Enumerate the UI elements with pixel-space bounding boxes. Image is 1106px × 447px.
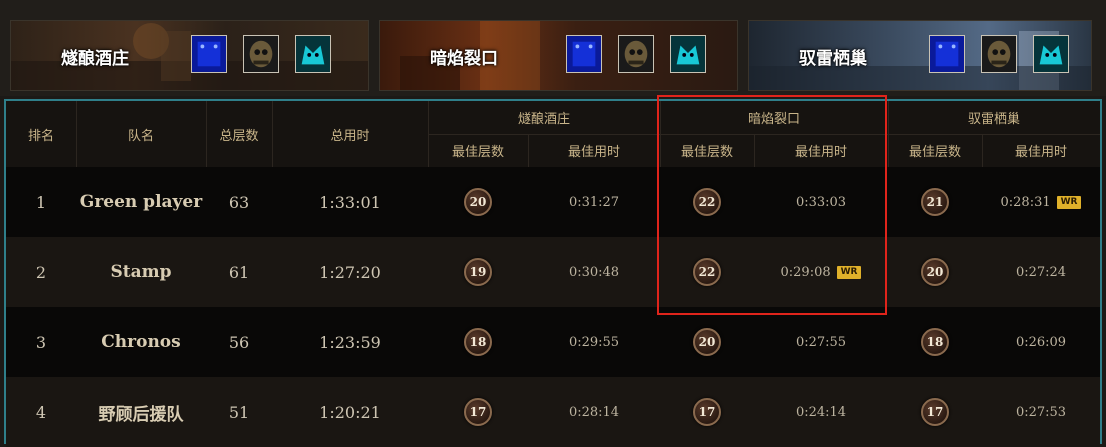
world-record-badge: WR xyxy=(1056,195,1082,209)
column-divider xyxy=(982,134,983,167)
header-best-level[interactable]: 最佳层数 xyxy=(660,134,754,167)
total-levels-cell: 56 xyxy=(228,332,250,352)
dungeon-banners: 燧酿酒庄 暗焰裂口 驭雷栖巢 xyxy=(0,0,1106,96)
column-divider xyxy=(528,134,529,167)
table-header: 排名 队名 总层数 总用时 燧酿酒庄 暗焰裂口 驭雷栖巢 最佳层数 最佳用时 最… xyxy=(6,101,1100,167)
team-name[interactable]: 野顾后援队 xyxy=(76,377,206,447)
total-levels-cell: 63 xyxy=(228,192,250,212)
skull-shield-icon[interactable] xyxy=(243,35,279,73)
column-divider xyxy=(206,101,207,167)
best-time-cell: 0:27:55 xyxy=(795,334,847,350)
header-rank[interactable]: 排名 xyxy=(6,101,76,167)
keystone-level-badge: 19 xyxy=(464,258,492,286)
skull-shield-icon[interactable] xyxy=(618,35,654,73)
banner-dungeon-3[interactable]: 驭雷栖巢 xyxy=(748,20,1092,91)
total-time-cell: 1:20:21 xyxy=(319,402,381,422)
keystone-level-badge: 17 xyxy=(464,398,492,426)
rank-cell: 1 xyxy=(35,192,47,212)
table-row[interactable]: 1 Green player 63 1:33:01 20 0:31:27 22 … xyxy=(6,167,1100,237)
best-time-cell: 0:30:48 xyxy=(568,264,620,280)
best-time-cell: 0:33:03 xyxy=(795,194,847,210)
total-levels-cell: 61 xyxy=(228,262,250,282)
keystone-level-badge: 17 xyxy=(921,398,949,426)
header-best-level[interactable]: 最佳层数 xyxy=(428,134,528,167)
keystone-level-badge: 20 xyxy=(693,328,721,356)
leaderboard-table: 排名 队名 总层数 总用时 燧酿酒庄 暗焰裂口 驭雷栖巢 最佳层数 最佳用时 最… xyxy=(4,99,1102,447)
banner-name: 暗焰裂口 xyxy=(430,49,498,69)
team-name[interactable]: Chronos xyxy=(76,307,206,377)
best-time-cell: 0:27:53 xyxy=(1015,404,1067,420)
header-total-levels[interactable]: 总层数 xyxy=(206,101,272,167)
best-time-cell: 0:29:08 WR xyxy=(754,237,888,307)
keystone-level-badge: 21 xyxy=(921,188,949,216)
blue-rune-icon[interactable] xyxy=(566,35,602,73)
total-levels-cell: 51 xyxy=(228,402,250,422)
column-divider xyxy=(76,101,77,167)
cyan-beast-icon[interactable] xyxy=(295,35,331,73)
best-time-cell: 0:26:09 xyxy=(1015,334,1067,350)
column-divider xyxy=(428,101,429,167)
header-dungeon-1: 燧酿酒庄 xyxy=(517,112,570,127)
best-time-cell: 0:24:14 xyxy=(795,404,847,420)
column-divider xyxy=(272,101,273,167)
best-time-cell: 0:28:14 xyxy=(568,404,620,420)
header-best-level[interactable]: 最佳层数 xyxy=(888,134,982,167)
blue-rune-icon[interactable] xyxy=(191,35,227,73)
table-row[interactable]: 4 野顾后援队 51 1:20:21 17 0:28:14 17 0:24:14… xyxy=(6,377,1100,447)
best-time-value: 0:28:31 xyxy=(1000,194,1051,210)
best-time-cell: 0:29:55 xyxy=(568,334,620,350)
rank-cell: 4 xyxy=(35,402,47,422)
best-time-cell: 0:31:27 xyxy=(568,194,620,210)
keystone-level-badge: 22 xyxy=(693,258,721,286)
header-dungeon-3: 驭雷栖巢 xyxy=(967,112,1020,127)
blue-rune-icon[interactable] xyxy=(929,35,965,73)
column-divider xyxy=(888,101,889,167)
total-time-cell: 1:33:01 xyxy=(319,192,381,212)
keystone-level-badge: 18 xyxy=(921,328,949,356)
header-best-time[interactable]: 最佳用时 xyxy=(982,134,1100,167)
table-row[interactable]: 2 Stamp 61 1:27:20 19 0:30:48 22 0:29:08… xyxy=(6,237,1100,307)
best-time-cell: 0:27:24 xyxy=(1015,264,1067,280)
header-total-time[interactable]: 总用时 xyxy=(272,101,428,167)
cyan-beast-icon[interactable] xyxy=(1033,35,1069,73)
total-time-cell: 1:27:20 xyxy=(319,262,381,282)
header-team[interactable]: 队名 xyxy=(76,101,206,167)
header-best-time[interactable]: 最佳用时 xyxy=(754,134,888,167)
banner-name: 燧酿酒庄 xyxy=(61,49,129,69)
keystone-level-badge: 22 xyxy=(693,188,721,216)
banner-dungeon-2[interactable]: 暗焰裂口 xyxy=(379,20,738,91)
keystone-level-badge: 18 xyxy=(464,328,492,356)
column-divider xyxy=(754,134,755,167)
keystone-level-badge: 17 xyxy=(693,398,721,426)
banner-name: 驭雷栖巢 xyxy=(799,49,867,69)
skull-shield-icon[interactable] xyxy=(981,35,1017,73)
world-record-badge: WR xyxy=(836,265,862,279)
header-best-time[interactable]: 最佳用时 xyxy=(528,134,660,167)
table-row[interactable]: 3 Chronos 56 1:23:59 18 0:29:55 20 0:27:… xyxy=(6,307,1100,377)
column-divider xyxy=(660,101,661,167)
banner-dungeon-1[interactable]: 燧酿酒庄 xyxy=(10,20,369,91)
best-time-value: 0:29:08 xyxy=(780,264,831,280)
cyan-beast-icon[interactable] xyxy=(670,35,706,73)
keystone-level-badge: 20 xyxy=(921,258,949,286)
header-dungeon-2: 暗焰裂口 xyxy=(747,112,800,127)
rank-cell: 2 xyxy=(35,262,47,282)
rank-cell: 3 xyxy=(35,332,47,352)
keystone-level-badge: 20 xyxy=(464,188,492,216)
team-name[interactable]: Stamp xyxy=(76,237,206,307)
team-name[interactable]: Green player xyxy=(76,167,206,237)
total-time-cell: 1:23:59 xyxy=(319,332,381,352)
best-time-cell: 0:28:31 WR xyxy=(982,167,1100,237)
